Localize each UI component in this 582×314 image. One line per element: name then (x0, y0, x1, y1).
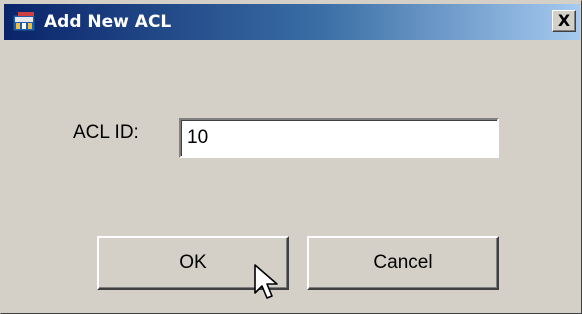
window-title: Add New ACL (44, 12, 172, 32)
acl-id-input[interactable] (179, 118, 499, 158)
close-icon: X (557, 11, 571, 30)
close-button[interactable]: X (552, 10, 576, 32)
add-acl-dialog: Add New ACL X ACL ID: OK Cancel (0, 0, 582, 314)
acl-id-label: ACL ID: (73, 122, 139, 143)
ok-button[interactable]: OK (97, 236, 289, 290)
acl-app-icon (12, 11, 38, 33)
cancel-button[interactable]: Cancel (307, 236, 499, 290)
title-bar[interactable]: Add New ACL X (4, 4, 580, 40)
